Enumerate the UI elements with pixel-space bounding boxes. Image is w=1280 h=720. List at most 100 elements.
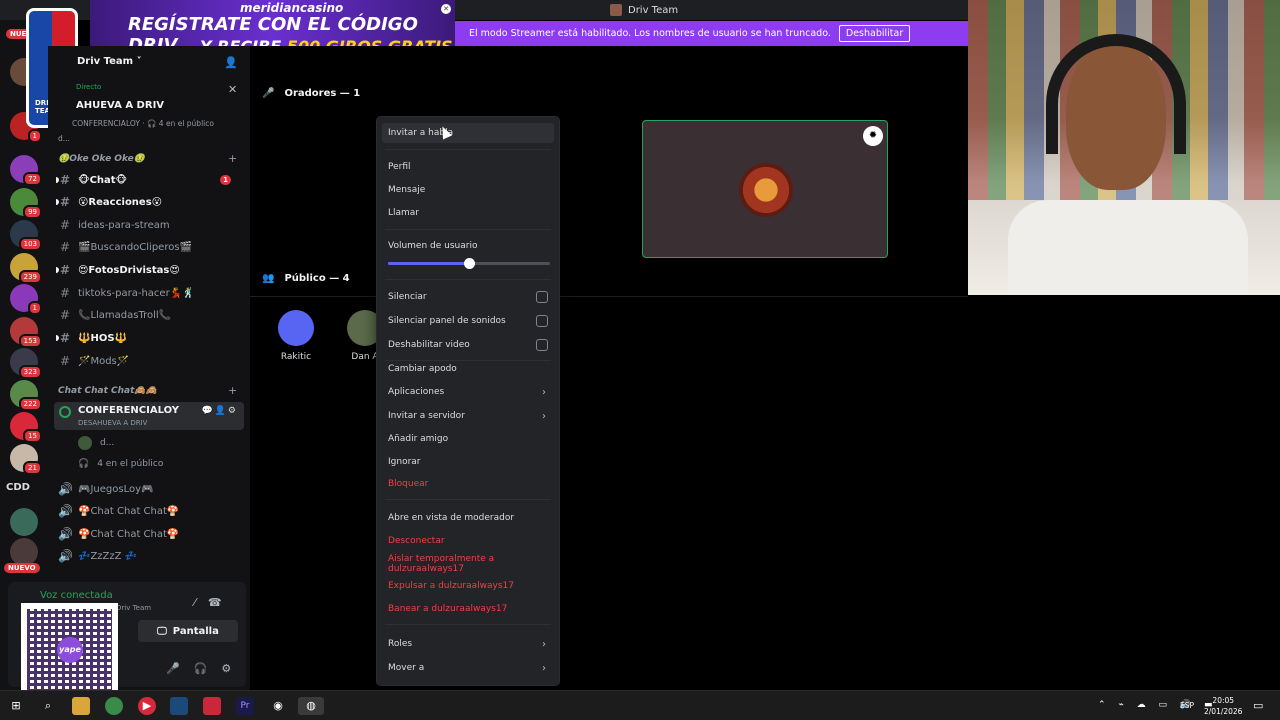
server-icon[interactable]: 239 bbox=[10, 253, 42, 284]
stage-tools-icons[interactable]: 💬👤⚙ bbox=[202, 406, 238, 416]
stage-audience-count: 🎧 4 en el público bbox=[78, 459, 163, 469]
disable-streamer-button[interactable]: Deshabilitar bbox=[838, 25, 911, 42]
server-icon[interactable]: 21 bbox=[10, 444, 42, 475]
ad-brand: meridiancasino bbox=[240, 1, 344, 15]
gear-icon[interactable]: ⚙ bbox=[221, 662, 245, 675]
channel-item[interactable]: # 🐵Chat🐵 1 bbox=[56, 170, 243, 190]
speaker-tile[interactable]: ✹ bbox=[642, 120, 888, 258]
stage-channel-topic: DESAHUEVA A DRIV bbox=[78, 419, 148, 427]
file-explorer-icon[interactable] bbox=[72, 697, 90, 715]
menu-item-block[interactable]: Bloquear bbox=[382, 474, 554, 494]
menu-item-move-to[interactable]: Mover a › bbox=[382, 658, 554, 678]
stage-user[interactable]: d... bbox=[78, 436, 114, 450]
checkbox[interactable] bbox=[536, 339, 548, 351]
server-icon[interactable]: 222 bbox=[10, 380, 42, 411]
channel-item[interactable]: # 😍FotosDrivistas😍 bbox=[56, 260, 243, 280]
server-icon[interactable]: 99 bbox=[10, 188, 42, 219]
notification-icon[interactable]: ▭ bbox=[1253, 699, 1263, 712]
server-icon[interactable]: 153 bbox=[10, 317, 42, 348]
server-icon[interactable]: 1 bbox=[10, 284, 42, 315]
media-player-icon[interactable]: ▶ bbox=[138, 697, 156, 715]
noise-suppression-icon[interactable]: ⁄ bbox=[194, 596, 208, 609]
server-cdd[interactable]: CDD bbox=[6, 482, 30, 493]
menu-item-timeout[interactable]: Aislar temporalmente a dulzuraalways17 bbox=[382, 554, 554, 574]
server-badge: 323 bbox=[18, 365, 42, 379]
app-icon[interactable] bbox=[203, 697, 221, 715]
channel-item[interactable]: # ideas-para-stream bbox=[58, 215, 243, 235]
ad-close-icon[interactable]: ✕ bbox=[441, 4, 451, 14]
volume-slider[interactable] bbox=[388, 258, 550, 269]
voice-controls[interactable]: ⁄☎ bbox=[194, 596, 234, 609]
checkbox[interactable] bbox=[536, 315, 548, 327]
steam-icon[interactable] bbox=[170, 697, 188, 715]
voice-channel-item[interactable]: 🔊 🎮JuegosLoy🎮 bbox=[58, 479, 243, 499]
add-channel-icon[interactable]: + bbox=[228, 384, 237, 397]
server-icon[interactable]: 103 bbox=[10, 220, 42, 251]
menu-item-mute-soundboard[interactable]: Silenciar panel de sonidos bbox=[382, 311, 554, 331]
menu-item-moderator-view[interactable]: Abre en vista de moderador bbox=[382, 508, 554, 528]
checkbox[interactable] bbox=[536, 291, 548, 303]
server-icon[interactable]: 323 bbox=[10, 348, 42, 379]
discord-taskbar-icon[interactable]: ◍ bbox=[298, 697, 324, 715]
voice-channel-item[interactable]: 🔊 🍄Chat Chat Chat🍄 bbox=[58, 501, 243, 521]
live-title[interactable]: AHUEVA A DRIV bbox=[76, 100, 164, 111]
disconnect-icon[interactable]: ☎ bbox=[208, 596, 234, 609]
audience-name: Dan A bbox=[351, 352, 379, 362]
menu-item-disable-video[interactable]: Deshabilitar video bbox=[382, 335, 554, 355]
hash-icon: # bbox=[59, 240, 71, 254]
server-icon[interactable]: 72 bbox=[10, 155, 42, 186]
premiere-icon[interactable]: Pr bbox=[236, 697, 254, 715]
server-badge: 103 bbox=[18, 237, 42, 251]
menu-item-invite-to-speak[interactable]: Invitar a habla bbox=[382, 123, 554, 143]
channel-item[interactable]: # 📞LlamadasTroll📞 bbox=[58, 305, 243, 325]
audience-icon: 👥 bbox=[262, 273, 275, 284]
menu-item-kick[interactable]: Expulsar a dulzuraalways17 bbox=[382, 576, 554, 596]
menu-item-roles[interactable]: Roles › bbox=[382, 634, 554, 654]
menu-item-call[interactable]: Llamar bbox=[382, 203, 554, 223]
windows-start-icon[interactable]: ⊞ bbox=[7, 697, 25, 715]
audience-member[interactable]: Rakitic bbox=[271, 310, 321, 362]
language-indicator[interactable]: ESP bbox=[1180, 701, 1194, 710]
server-name[interactable]: Driv Team ˅ bbox=[77, 56, 142, 67]
stage-channel-item[interactable]: CONFERENCIALOY DESAHUEVA A DRIV 💬👤⚙ bbox=[54, 402, 244, 430]
voice-status[interactable]: Voz conectada bbox=[40, 590, 113, 601]
menu-item-invite-server[interactable]: Invitar a servidor › bbox=[382, 406, 554, 426]
obs-icon[interactable]: ◉ bbox=[269, 697, 287, 715]
menu-item-profile[interactable]: Perfil bbox=[382, 157, 554, 177]
mic-icon[interactable]: 🎤 bbox=[166, 662, 194, 675]
server-icon[interactable]: 15 bbox=[10, 412, 42, 443]
menu-item-change-nickname[interactable]: Cambiar apodo bbox=[382, 359, 554, 379]
channel-item[interactable]: # 🎬BuscandoCliperos🎬 bbox=[58, 237, 243, 257]
menu-item-apps[interactable]: Aplicaciones › bbox=[382, 382, 554, 402]
share-screen-button[interactable]: 🖵 Pantalla bbox=[138, 620, 238, 642]
clock[interactable]: 20:05 2/01/2026 bbox=[1204, 695, 1242, 717]
system-tray-icons[interactable]: ⌃ ⌁ ☁ ▭ 🔊 ▬ bbox=[1098, 700, 1217, 710]
server-icon[interactable] bbox=[10, 508, 38, 536]
channel-item[interactable]: # 😮Reacciones😮 bbox=[56, 192, 243, 212]
voice-channel-item[interactable]: 🔊 💤ZzZzZ 💤 bbox=[58, 546, 243, 566]
channel-item[interactable]: # 🪄Mods🪄 bbox=[58, 351, 243, 371]
close-icon[interactable]: ✕ bbox=[228, 83, 237, 96]
invite-people-icon[interactable]: 👤 bbox=[224, 56, 238, 69]
screen-icon: 🖵 bbox=[157, 625, 167, 637]
menu-item-message[interactable]: Mensaje bbox=[382, 180, 554, 200]
menu-item-ban[interactable]: Banear a dulzuraalways17 bbox=[382, 599, 554, 619]
channel-label: 💤ZzZzZ 💤 bbox=[78, 550, 138, 562]
channel-item[interactable]: # 🔱HOS🔱 bbox=[56, 328, 243, 348]
volume-knob[interactable] bbox=[464, 258, 475, 269]
headphones-icon[interactable]: 🎧 bbox=[194, 662, 222, 675]
taskbar: ⊞ ⌕ ▶ Pr ◉ ◍ ⌃ ⌁ ☁ ▭ 🔊 ▬ ESP 20:05 2/01/2… bbox=[0, 690, 1280, 720]
category-header[interactable]: 🤢Oke Oke Oke🤢 bbox=[58, 154, 145, 164]
menu-item-add-friend[interactable]: Añadir amigo bbox=[382, 429, 554, 449]
speaker-icon: 🔊 bbox=[58, 549, 73, 563]
server-icon[interactable] bbox=[10, 538, 38, 566]
add-channel-icon[interactable]: + bbox=[228, 152, 237, 165]
menu-item-ignore[interactable]: Ignorar bbox=[382, 452, 554, 472]
search-icon[interactable]: ⌕ bbox=[39, 697, 57, 715]
category-header[interactable]: Chat Chat Chat🙈🙈 bbox=[58, 386, 157, 396]
menu-item-mute[interactable]: Silenciar bbox=[382, 287, 554, 307]
voice-channel-item[interactable]: 🔊 🍄Chat Chat Chat🍄 bbox=[58, 524, 243, 544]
channel-item[interactable]: # tiktoks-para-hacer💃🕺 bbox=[58, 283, 243, 303]
chrome-icon[interactable] bbox=[105, 697, 123, 715]
menu-item-disconnect[interactable]: Desconectar bbox=[382, 531, 554, 551]
